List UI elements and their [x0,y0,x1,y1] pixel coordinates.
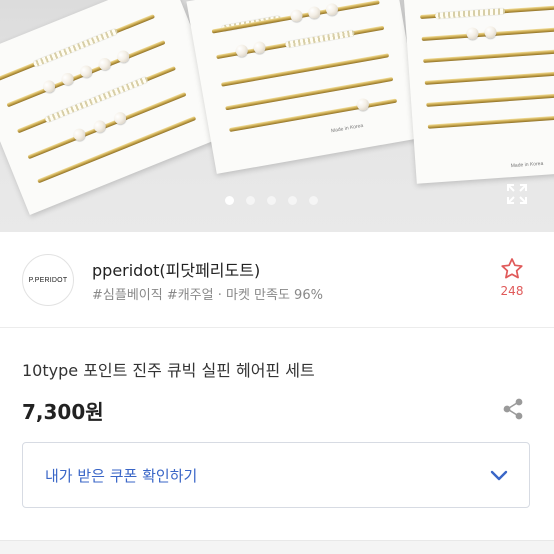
carousel-pagination [225,196,318,205]
crystal-strip [284,29,355,48]
card-made-in-text: Made in Korea [510,160,544,170]
pearl [484,25,497,39]
card-made-in-text: Made in Korea [330,122,364,135]
coupon-label: 내가 받은 쿠폰 확인하기 [45,467,198,485]
hairpin [426,92,554,107]
product-title: 10type 포인트 진주 큐빅 실핀 헤어핀 세트 [22,361,315,380]
favorite-button[interactable]: 248 [496,256,528,298]
pearl [466,27,479,40]
pearl [289,8,304,23]
product-photo-card-right: Made in Korea [403,0,554,184]
seller-section[interactable]: P.PERIDOT pperidot(피닷페리도트) #심플베이직 #캐주얼 ·… [0,232,554,328]
seller-tags: #심플베이직 #캐주얼 · 마켓 만족도 96% [92,288,323,303]
carousel-dot[interactable] [288,196,297,205]
hairpin [427,114,554,129]
product-photo-card-middle: Made in Korea [186,0,424,174]
seller-name[interactable]: pperidot(피닷페리도트) [92,257,260,281]
crystal-strip [434,8,506,20]
share-icon[interactable] [502,398,524,420]
carousel-dot-active[interactable] [225,196,234,205]
carousel-dot[interactable] [267,196,276,205]
carousel-dot[interactable] [246,196,255,205]
hairpin [37,116,197,184]
favorite-count: 248 [500,284,524,298]
hairpin [27,91,187,160]
star-outline-icon [501,258,523,279]
coupon-check-button[interactable]: 내가 받은 쿠폰 확인하기 [22,442,530,508]
pearl [325,2,339,17]
carousel-dot[interactable] [309,196,318,205]
pearl [307,5,322,20]
hairpin [424,70,554,85]
product-price: 7,300원 [22,400,104,424]
section-divider [0,540,554,554]
chevron-down-icon [490,470,508,481]
expand-icon[interactable] [506,183,528,205]
seller-logo[interactable]: P.PERIDOT [22,254,74,306]
seller-logo-text: P.PERIDOT [28,276,68,284]
product-image-carousel[interactable]: Made in Korea Made in Korea [0,0,554,232]
hairpin [423,48,554,63]
